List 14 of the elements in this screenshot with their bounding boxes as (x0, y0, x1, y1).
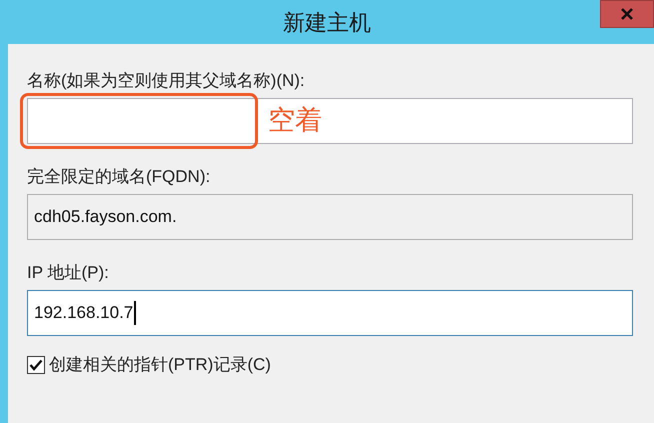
checkbox-label: 创建相关的指针(PTR)记录(C) (49, 354, 271, 376)
check-icon (29, 358, 43, 371)
input-field[interactable] (27, 98, 633, 144)
readonly-field: cdh05.fayson.com. (27, 194, 633, 240)
field-label: IP 地址(P): (27, 262, 110, 284)
window-title: 新建主机 (283, 8, 371, 36)
field-label: 完全限定的域名(FQDN): (27, 166, 212, 188)
close-icon (620, 8, 634, 20)
text-caret (134, 301, 136, 325)
input-field[interactable]: 192.168.10.7 (27, 290, 633, 336)
checkbox[interactable] (27, 356, 45, 374)
annotation-text: 空着 (268, 104, 322, 137)
close-button[interactable] (600, 0, 654, 28)
field-label: 名称(如果为空则使用其父域名称)(N): (27, 70, 306, 92)
